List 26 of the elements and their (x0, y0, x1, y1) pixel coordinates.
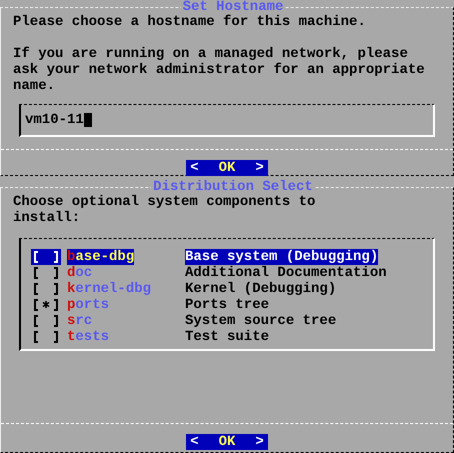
prompt-text: Choose optional system components to install: (13, 194, 316, 226)
component-name[interactable]: doc (67, 265, 92, 281)
prompt-text: Please choose a hostname for this machine. (13, 14, 367, 30)
component-description: System source tree (185, 313, 336, 329)
checkbox[interactable] (31, 281, 61, 297)
component-description: Kernel (Debugging) (185, 281, 336, 297)
checkbox[interactable] (31, 297, 61, 313)
dialog-title: Set Hostname (182, 0, 284, 14)
component-name[interactable]: src (67, 313, 92, 329)
hostname-field[interactable]: vm10-11 (19, 104, 435, 137)
ok-button[interactable]: < OK > (186, 160, 268, 176)
checkbox[interactable] (31, 329, 61, 345)
component-name[interactable]: base-dbg (67, 249, 134, 265)
component-name[interactable]: ports (67, 297, 110, 313)
component-description: Additional Documentation (185, 265, 387, 281)
component-name[interactable]: kernel-dbg (67, 281, 152, 297)
checkbox[interactable] (31, 313, 61, 329)
help-text: If you are running on a managed network, please ask your network administrator for an appropriate name. (13, 46, 426, 94)
component-description: Test suite (185, 329, 270, 345)
component-name[interactable]: tests (67, 329, 110, 345)
component-description: Ports tree (185, 297, 270, 313)
checkbox[interactable] (31, 249, 61, 265)
ok-button[interactable]: < OK > (186, 434, 268, 450)
component-description: Base system (Debugging) (185, 249, 378, 265)
checkbox[interactable] (31, 265, 61, 281)
dialog-title: Distribution Select (152, 180, 314, 194)
